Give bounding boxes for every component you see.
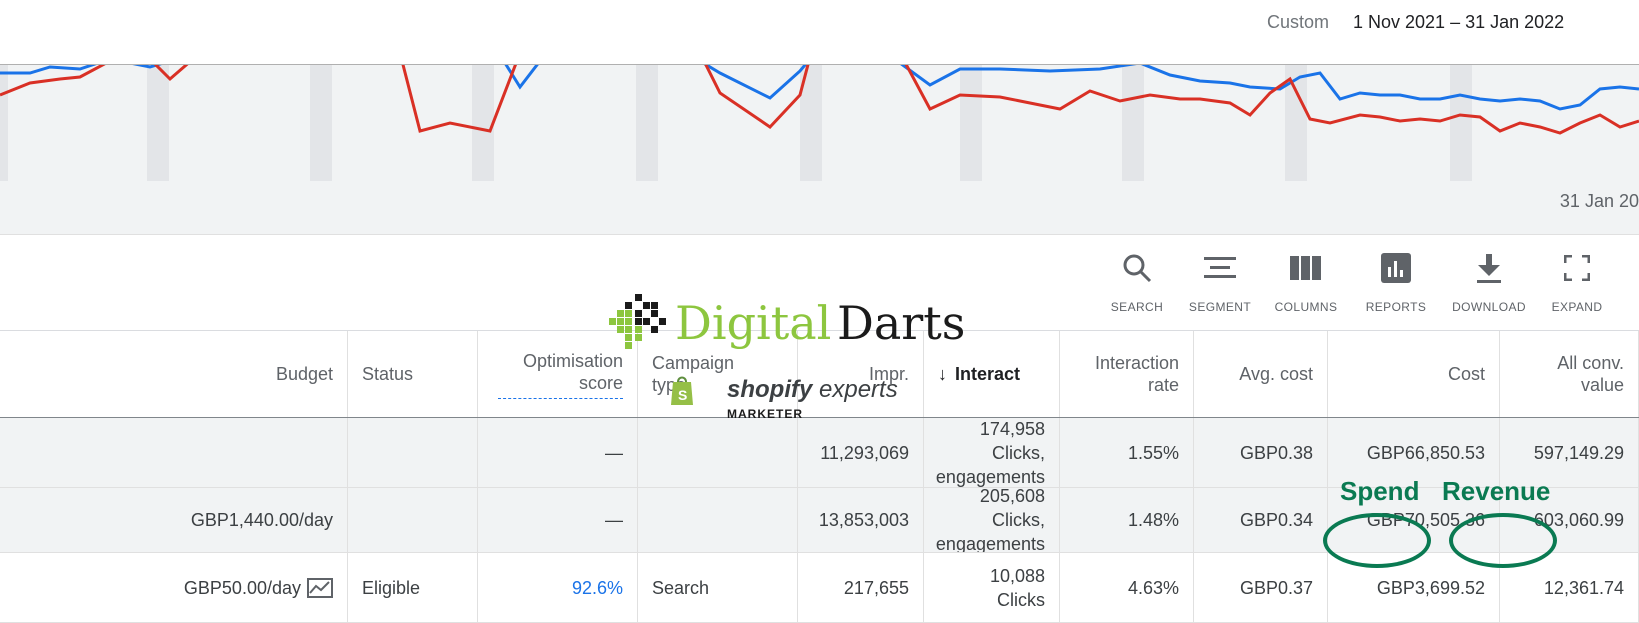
cell-budget: GBP1,440.00/day <box>26 488 348 552</box>
columns-icon <box>1290 256 1321 280</box>
cell-interaction-rate: 1.55% <box>1060 418 1194 487</box>
cell-avg-cost: GBP0.38 <box>1194 418 1328 487</box>
header-avg-cost-label: Avg. cost <box>1239 364 1313 384</box>
columns-label: COLUMNS <box>1274 300 1338 314</box>
brand-text-digital: Digital <box>675 296 832 350</box>
trend-chart-icon[interactable] <box>307 577 333 598</box>
revenue-highlight-circle <box>1449 513 1557 568</box>
shopify-word: shopify <box>727 376 813 403</box>
spend-highlight-circle <box>1323 513 1431 568</box>
cell-avg-cost: GBP0.37 <box>1194 553 1328 622</box>
cell-interaction-rate: 4.63% <box>1060 553 1194 622</box>
header-budget[interactable]: Budget <box>26 331 348 417</box>
date-range-picker[interactable]: 1 Nov 2021 – 31 Jan 2022 <box>1353 12 1564 33</box>
download-button[interactable]: DOWNLOAD <box>1444 250 1534 314</box>
cell-campaign-type: Search <box>638 553 798 622</box>
brand-text-darts: Darts <box>837 296 966 350</box>
reports-icon <box>1381 253 1411 283</box>
experts-word: experts <box>812 376 898 403</box>
cell-campaign-type <box>638 488 798 552</box>
expand-label: EXPAND <box>1551 300 1603 314</box>
budget-value: GBP50.00/day <box>183 577 301 598</box>
shopify-experts-text: shopify experts <box>727 376 898 404</box>
performance-chart <box>0 64 1639 182</box>
header-cost-label: Cost <box>1447 364 1485 384</box>
spend-annotation: Spend <box>1340 476 1420 506</box>
shopify-marketer-text: MARKETER <box>727 407 803 421</box>
header-avg-cost[interactable]: Avg. cost <box>1194 331 1328 417</box>
cell-interactions: 10,088 Clicks <box>924 553 1060 622</box>
search-label: SEARCH <box>1110 300 1164 314</box>
date-range-bar: Custom 1 Nov 2021 – 31 Jan 2022 <box>0 0 1639 64</box>
search-icon <box>1123 254 1152 283</box>
header-interaction-rate-label: Interaction rate <box>1094 353 1179 395</box>
cell-interaction-rate: 1.48% <box>1060 488 1194 552</box>
header-status[interactable]: Status <box>348 331 478 417</box>
segment-icon <box>1204 257 1236 278</box>
digital-darts-watermark: Digital Darts S shopify experts MARKETER <box>605 294 965 434</box>
header-status-label: Status <box>362 364 414 384</box>
cell-status: Eligible <box>348 553 478 622</box>
header-budget-label: Budget <box>275 364 333 384</box>
download-label: DOWNLOAD <box>1452 300 1526 314</box>
header-all-conv-label: All conv. value <box>1557 353 1624 395</box>
cell-impr: 217,655 <box>798 553 924 622</box>
header-cost[interactable]: Cost <box>1328 331 1500 417</box>
cell-impr: 13,853,003 <box>798 488 924 552</box>
reports-label: REPORTS <box>1365 300 1427 314</box>
cell-optimisation: — <box>478 488 638 552</box>
header-all-conv-value[interactable]: All conv. value <box>1500 331 1639 417</box>
columns-button[interactable]: COLUMNS <box>1261 250 1351 314</box>
chart-x-axis: 31 Jan 20 <box>0 181 1639 235</box>
date-range-label: Custom <box>1267 12 1330 32</box>
cell-interactions: 205,608 Clicks, engagements <box>924 488 1060 552</box>
cell-optimisation[interactable]: 92.6% <box>478 553 638 622</box>
shopify-bag-icon: S <box>671 376 693 405</box>
revenue-annotation: Revenue <box>1442 476 1551 506</box>
search-button[interactable]: SEARCH <box>1092 250 1182 314</box>
header-interaction-rate[interactable]: Interaction rate <box>1060 331 1194 417</box>
segment-label: SEGMENT <box>1188 300 1252 314</box>
pixel-logo-icon <box>609 294 666 349</box>
chart-svg <box>0 65 1639 181</box>
cell-status <box>348 488 478 552</box>
x-axis-end-label: 31 Jan 20 <box>1559 191 1639 211</box>
expand-button[interactable]: EXPAND <box>1532 250 1622 314</box>
expand-icon <box>1564 255 1590 281</box>
cell-status <box>348 418 478 487</box>
reports-button[interactable]: REPORTS <box>1351 250 1441 314</box>
cell-budget <box>26 418 348 487</box>
segment-button[interactable]: SEGMENT <box>1175 250 1265 314</box>
download-icon <box>1477 254 1501 283</box>
cell-budget[interactable]: GBP50.00/day <box>26 553 348 622</box>
svg-text:S: S <box>678 387 687 403</box>
cell-avg-cost: GBP0.34 <box>1194 488 1328 552</box>
